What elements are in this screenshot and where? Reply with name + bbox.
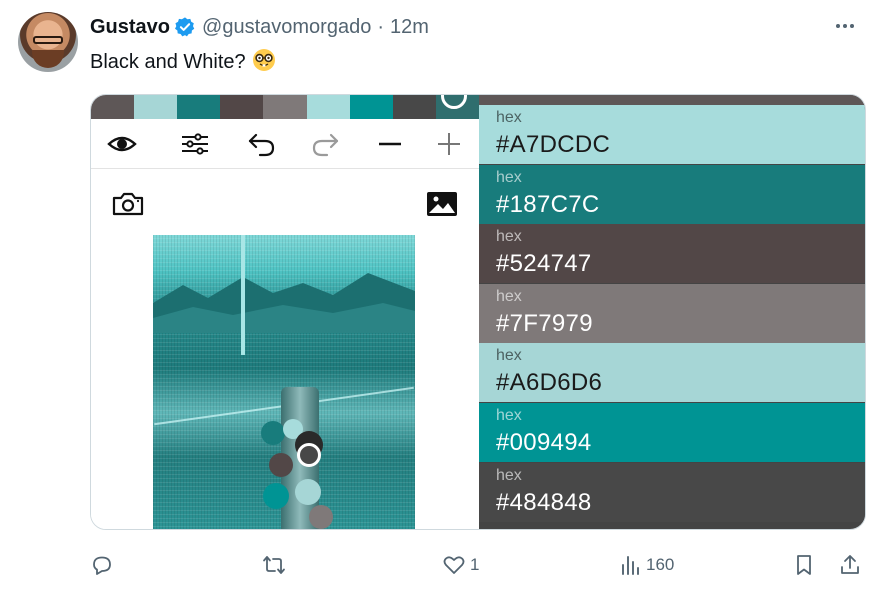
views-icon — [622, 556, 639, 575]
palette-row: hex #524747 — [479, 224, 865, 284]
edited-photo — [153, 235, 415, 529]
palette-hex-value: #524747 — [496, 250, 592, 278]
like-count: 1 — [470, 555, 480, 574]
color-strip — [91, 95, 479, 119]
palette-hex-label: hex — [496, 109, 522, 126]
color-strip-segment — [392, 95, 436, 119]
color-strip-segment — [349, 95, 393, 119]
views-count: 160 — [646, 555, 675, 574]
palette-hex-label: hex — [496, 228, 522, 246]
author-name[interactable]: Gustavo — [90, 16, 170, 39]
palette-hex-value: #A6D6D6 — [496, 369, 603, 397]
color-strip-segment — [263, 95, 307, 119]
author-handle[interactable]: @gustavomorgado — [202, 16, 371, 39]
palette-row: hex #A6D6D6 — [479, 343, 865, 403]
sliders-icon — [182, 133, 208, 155]
palette-dot — [261, 421, 285, 445]
avatar-beard — [32, 50, 64, 68]
nerd-face-emoji-icon — [252, 49, 275, 71]
color-strip-segment — [220, 95, 264, 119]
color-strip-segment — [134, 95, 178, 119]
palette-hex-label: hex — [496, 466, 522, 484]
eye-icon — [107, 136, 137, 152]
palette-dot — [295, 479, 321, 505]
avatar-glasses — [33, 36, 63, 44]
color-strip-segment — [306, 95, 350, 119]
palette-row: hex #187C7C — [479, 164, 865, 224]
editor-screenshot — [91, 95, 479, 529]
more-options-icon[interactable] — [830, 14, 860, 38]
reply-button[interactable] — [90, 548, 118, 582]
undo-icon — [248, 133, 275, 157]
bookmark-button[interactable] — [792, 548, 816, 582]
palette-panel: hex #A7DCDC hex #187C7C hex #524747 hex #7F7979… — [479, 95, 865, 529]
avatar[interactable] — [18, 12, 78, 72]
palette-hex-label: hex — [496, 168, 522, 186]
palette-hex-value: #7F7979 — [496, 309, 593, 337]
palette-dot — [263, 483, 289, 509]
retweet-icon — [263, 556, 285, 574]
palette-hex-label: hex — [496, 407, 522, 424]
palette-row: hex #009494 — [479, 403, 865, 462]
photo-pole — [241, 235, 245, 355]
palette-hex-value: #484848 — [496, 488, 592, 516]
palette-dot-selected — [297, 443, 321, 467]
palette-top-edge — [479, 95, 865, 105]
like-button[interactable]: 1 — [442, 548, 479, 582]
tweet-actions: 1 160 — [90, 548, 866, 582]
palette-row: hex #A7DCDC — [479, 105, 865, 164]
tweet-text: Black and White? — [90, 48, 276, 74]
image-icon — [427, 192, 457, 216]
palette-hex-label: hex — [496, 347, 522, 365]
color-strip-segment — [91, 95, 135, 119]
palette-dot — [309, 505, 333, 529]
palette-dot — [269, 453, 293, 477]
share-button[interactable] — [838, 548, 862, 582]
palette-hex-value: #009494 — [496, 429, 592, 456]
palette-row: hex #7F7979 — [479, 283, 865, 343]
retweet-button[interactable] — [262, 548, 290, 582]
header-separator: · — [377, 15, 384, 38]
tweet-text-body: Black and White? — [90, 51, 246, 73]
heart-icon — [443, 556, 465, 574]
verified-badge-icon — [175, 17, 195, 37]
reply-icon — [93, 556, 111, 575]
tweet-media[interactable]: hex #A7DCDC hex #187C7C hex #524747 hex #7F7979… — [90, 94, 866, 530]
minus-icon — [379, 142, 401, 146]
palette-hex-value: #A7DCDC — [496, 131, 611, 158]
color-strip-segment — [177, 95, 221, 119]
palette-row: hex #484848 — [479, 462, 865, 522]
plus-icon — [438, 133, 460, 155]
tweet-header: Gustavo @gustavomorgado · 12m — [90, 16, 429, 38]
editor-toolbar — [91, 119, 479, 169]
views-button[interactable]: 160 — [618, 548, 674, 582]
share-icon — [841, 555, 859, 574]
palette-hex-value: #187C7C — [496, 190, 600, 218]
palette-hex-label: hex — [496, 287, 522, 305]
tweet-time[interactable]: 12m — [390, 16, 429, 39]
bookmark-icon — [797, 555, 811, 575]
photo-mountains — [153, 273, 415, 333]
redo-icon — [312, 133, 339, 157]
camera-icon — [112, 192, 144, 216]
